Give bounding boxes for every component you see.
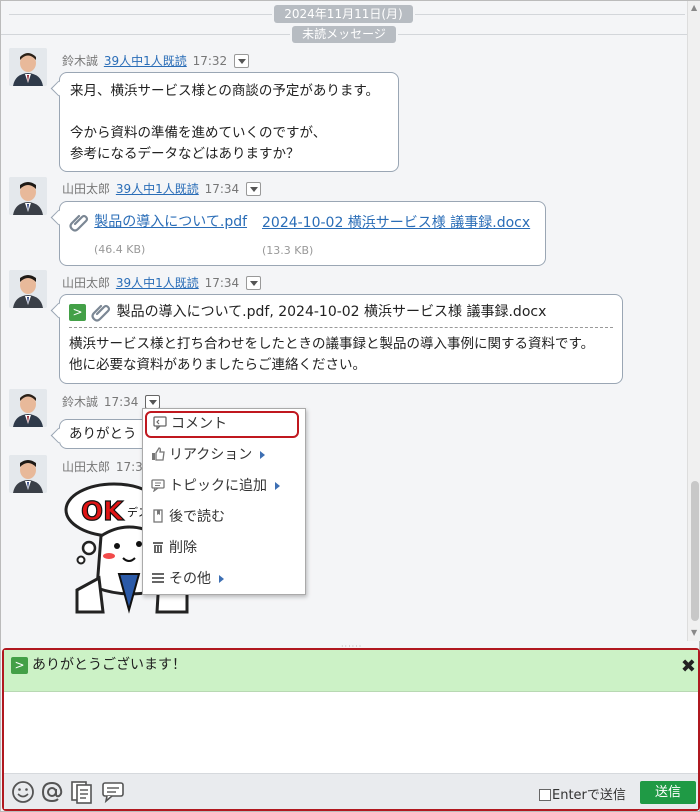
- avatar[interactable]: [9, 389, 47, 427]
- message-line: 来月、横浜サービス様との商談の予定があります。: [70, 83, 380, 99]
- avatar[interactable]: [9, 270, 47, 308]
- menu-item-more[interactable]: その他: [151, 567, 224, 591]
- message-time: 17:34: [204, 276, 240, 290]
- sender-name: 山田太郎: [62, 460, 111, 474]
- submenu-arrow-icon: [260, 451, 266, 459]
- scroll-thumb[interactable]: [691, 481, 699, 621]
- paperclip-icon: [68, 211, 90, 233]
- message-menu-button[interactable]: [145, 394, 161, 409]
- file-attachment[interactable]: 2024-10-02 横浜サービス様 議事録.docx (13.3 KB): [262, 213, 530, 261]
- quoted-file-names: 製品の導入について.pdf, 2024-10-02 横浜サービス様 議事録.do…: [116, 304, 547, 320]
- message-line: 横浜サービス様と打ち合わせをしたときの議事録と製品の導入事例に関する資料です。: [69, 336, 595, 352]
- date-divider-line: [415, 14, 685, 15]
- file-link[interactable]: 製品の導入について.pdf: [94, 214, 247, 230]
- chat-scrollbar[interactable]: ▲ ▼: [687, 1, 700, 641]
- reply-quote: > ありがとうございます！ ✖: [4, 650, 698, 692]
- menu-item-add-to-topic[interactable]: トピックに追加: [151, 474, 280, 498]
- message-bubble[interactable]: > 製品の導入について.pdf, 2024-10-02 横浜サービス様 議事録.…: [59, 294, 623, 384]
- message-list[interactable]: 2024年11月11日(月) 未読メッセージ 鈴木誠 39人中1人既読 17:3…: [1, 1, 687, 641]
- quote-separator: [69, 327, 613, 328]
- unread-divider-line: [1, 34, 290, 35]
- menu-item-label: トピックに追加: [169, 478, 267, 494]
- enter-to-send-option[interactable]: Enterで送信: [539, 784, 626, 803]
- message-time: 17:32: [192, 54, 228, 68]
- bookmark-icon: [151, 507, 165, 523]
- enter-to-send-label: Enterで送信: [552, 788, 626, 803]
- sender-name: 鈴木誠: [62, 395, 99, 409]
- message-composer: > ありがとうございます！ ✖ Enterで送信 送信: [2, 648, 700, 811]
- smiley-icon[interactable]: [10, 780, 36, 804]
- sender-name: 山田太郎: [62, 276, 111, 290]
- message-time: 17:34: [103, 395, 139, 409]
- message-line: 他に必要な資料がありましたらご連絡ください。: [69, 357, 366, 373]
- sender-name: 鈴木誠: [62, 54, 99, 68]
- message-time: 17:34: [204, 182, 240, 196]
- message-line: 今から資料の準備を進めていくのですが、: [70, 125, 327, 141]
- close-quote-icon[interactable]: ✖: [681, 656, 696, 677]
- comment-icon: [153, 414, 167, 431]
- date-divider-line: [9, 14, 272, 15]
- send-button[interactable]: 送信: [640, 781, 696, 804]
- menu-item-label: コメント: [171, 416, 227, 432]
- message-meta: 山田太郎 39人中1人既読 17:34: [62, 274, 261, 291]
- thumbs-up-icon: [151, 445, 165, 461]
- message-meta: 鈴木誠 39人中1人既読 17:32: [62, 52, 249, 69]
- file-attachment[interactable]: 製品の導入について.pdf (46.4 KB): [68, 211, 247, 260]
- template-icon[interactable]: [69, 780, 95, 804]
- unread-badge: 未読メッセージ: [292, 26, 396, 43]
- menu-item-label: その他: [169, 571, 211, 587]
- message-meta: 山田太郎 17:3: [62, 458, 143, 475]
- read-count-link[interactable]: 39人中1人既読: [104, 54, 187, 68]
- menu-item-label: 後で読む: [169, 509, 225, 525]
- date-badge: 2024年11月11日(月): [274, 5, 413, 23]
- quoted-files: > 製品の導入について.pdf, 2024-10-02 横浜サービス様 議事録.…: [69, 301, 613, 323]
- menu-item-label: リアクション: [169, 447, 253, 463]
- message-line: [70, 102, 388, 123]
- read-count-link[interactable]: 39人中1人既読: [116, 276, 199, 290]
- quote-icon: >: [69, 303, 86, 321]
- message-menu-button[interactable]: [234, 53, 249, 68]
- quoted-text: ありがとうございます！: [32, 657, 186, 673]
- menu-item-delete[interactable]: 削除: [151, 536, 197, 560]
- scroll-up-icon[interactable]: ▲: [691, 3, 697, 12]
- message-context-menu: コメント リアクション トピックに追加 後で読む 削除 その他: [142, 408, 306, 595]
- topic-icon: [151, 476, 165, 493]
- trash-icon: [151, 538, 165, 553]
- read-count-link[interactable]: 39人中1人既読: [116, 182, 199, 196]
- message-meta: 山田太郎 39人中1人既読 17:34: [62, 180, 261, 197]
- scroll-down-icon[interactable]: ▼: [691, 628, 697, 637]
- menu-item-reaction[interactable]: リアクション: [151, 443, 266, 467]
- composer-toolbar: Enterで送信 送信: [4, 773, 698, 809]
- paperclip-icon: [90, 301, 112, 323]
- avatar[interactable]: [9, 48, 47, 86]
- attachment-bubble: 製品の導入について.pdf (46.4 KB) 2024-10-02 横浜サービ…: [59, 201, 546, 266]
- stamp-ok-letters: OK: [81, 497, 124, 527]
- avatar[interactable]: [9, 455, 47, 493]
- menu-item-comment[interactable]: コメント: [153, 412, 227, 436]
- avatar[interactable]: [9, 177, 47, 215]
- file-link[interactable]: 2024-10-02 横浜サービス様 議事録.docx: [262, 215, 530, 231]
- message-menu-button[interactable]: [246, 275, 261, 290]
- file-size: (13.3 KB): [262, 244, 314, 257]
- menu-item-read-later[interactable]: 後で読む: [151, 505, 225, 529]
- submenu-arrow-icon: [275, 482, 280, 490]
- file-size: (46.4 KB): [94, 243, 146, 256]
- message-text: ありがとう: [69, 426, 137, 442]
- menu-icon: [151, 569, 165, 583]
- topic-icon[interactable]: [100, 780, 126, 804]
- message-time: 17:3: [115, 460, 143, 474]
- mention-icon[interactable]: [39, 780, 65, 804]
- message-bubble[interactable]: 来月、横浜サービス様との商談の予定があります。 今から資料の準備を進めていくので…: [59, 72, 399, 172]
- submenu-arrow-icon: [219, 575, 224, 583]
- enter-to-send-checkbox[interactable]: [539, 789, 551, 801]
- chat-window: 2024年11月11日(月) 未読メッセージ 鈴木誠 39人中1人既読 17:3…: [0, 0, 700, 812]
- unread-divider-line: [398, 34, 687, 35]
- message-menu-button[interactable]: [246, 181, 261, 196]
- sender-name: 山田太郎: [62, 182, 111, 196]
- quote-icon: >: [11, 657, 28, 674]
- message-line: 参考になるデータなどはありますか？: [70, 146, 300, 162]
- message-input[interactable]: [4, 693, 698, 773]
- menu-item-label: 削除: [169, 540, 197, 556]
